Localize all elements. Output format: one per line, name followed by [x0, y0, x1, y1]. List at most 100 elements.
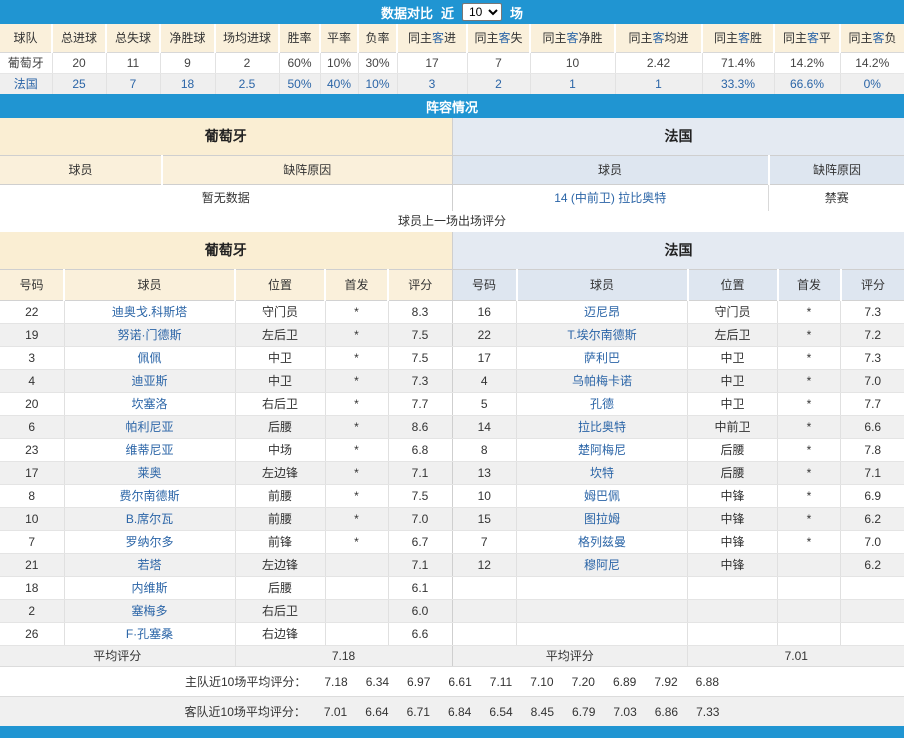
player-number-cell: 5	[453, 392, 517, 415]
player-name-cell[interactable]: 图拉姆	[517, 507, 688, 530]
stat-cell: 17	[397, 52, 467, 73]
stat-cell: 2	[467, 73, 530, 94]
player-name-cell[interactable]: 姆巴佩	[517, 484, 688, 507]
player-row: 5孔德中卫*7.7	[453, 392, 904, 415]
ratings-colheader-row: 号码球员位置首发评分	[0, 269, 452, 300]
ratings-average-row: 平均评分7.01	[453, 645, 904, 666]
player-col-header: 球员	[0, 155, 162, 184]
starter-cell: *	[778, 300, 841, 323]
player-row: 4迪亚斯中卫*7.3	[0, 369, 452, 392]
player-name-cell[interactable]: 维蒂尼亚	[64, 438, 235, 461]
score-cell: 6.1	[388, 576, 452, 599]
player-row: 6帕利尼亚后腰*8.6	[0, 415, 452, 438]
history-value: 6.84	[448, 705, 471, 719]
score-cell: 7.1	[388, 461, 452, 484]
starter-cell: *	[325, 323, 388, 346]
player-row: 15图拉姆中锋*6.2	[453, 507, 904, 530]
position-cell: 中场	[235, 438, 325, 461]
position-cell: 中锋	[688, 484, 778, 507]
team-name-cell[interactable]: 葡萄牙	[0, 52, 52, 73]
score-cell	[841, 576, 904, 599]
away-highlight-char: 客	[566, 31, 578, 45]
position-cell	[688, 576, 778, 599]
player-name-cell[interactable]: 莱奥	[64, 461, 235, 484]
home-history-row: 主队近10场平均评分：7.186.346.976.617.117.107.206…	[0, 666, 904, 696]
player-name-cell[interactable]: F·孔塞桑	[64, 622, 235, 645]
player-number-cell	[453, 599, 517, 622]
stat-cell: 60%	[279, 52, 320, 73]
player-row: 4乌帕梅卡诺中卫*7.0	[453, 369, 904, 392]
player-name-cell[interactable]: B.席尔瓦	[64, 507, 235, 530]
player-name-cell[interactable]: 穆阿尼	[517, 553, 688, 576]
player-name-cell[interactable]: 努诺·门德斯	[64, 323, 235, 346]
player-row: 20坎塞洛右后卫*7.7	[0, 392, 452, 415]
team-header: 葡萄牙	[0, 118, 452, 155]
player-name-cell[interactable]: 格列兹曼	[517, 530, 688, 553]
player-name-cell[interactable]: 迪亚斯	[64, 369, 235, 392]
compare-header-cell: 平率	[320, 24, 358, 52]
player-name-cell[interactable]: 楚阿梅尼	[517, 438, 688, 461]
match-count-select[interactable]: 10	[462, 3, 502, 21]
compare-header-cell: 总进球	[52, 24, 106, 52]
player-number-cell: 23	[0, 438, 64, 461]
starter-cell: *	[778, 530, 841, 553]
player-name-cell[interactable]: 迪奥戈.科斯塔	[64, 300, 235, 323]
player-name-cell[interactable]: 若塔	[64, 553, 235, 576]
position-cell: 右后卫	[235, 392, 325, 415]
stat-cell: 1	[530, 73, 615, 94]
stat-cell: 10	[530, 52, 615, 73]
starter-cell	[778, 599, 841, 622]
player-name-cell[interactable]: 塞梅多	[64, 599, 235, 622]
history-value: 6.64	[365, 705, 388, 719]
score-cell: 7.5	[388, 484, 452, 507]
player-name-cell[interactable]: 孔德	[517, 392, 688, 415]
player-name-cell[interactable]: 帕利尼亚	[64, 415, 235, 438]
stat-cell: 2.42	[615, 52, 702, 73]
compare-header-cell: 球队	[0, 24, 52, 52]
absent-player-cell[interactable]: 14 (中前卫) 拉比奥特	[453, 184, 769, 211]
player-row: 14拉比奥特中前卫*6.6	[453, 415, 904, 438]
player-name-cell	[517, 576, 688, 599]
player-name-cell[interactable]: 罗纳尔多	[64, 530, 235, 553]
score-cell	[841, 622, 904, 645]
compare-header-cell: 同主客失	[467, 24, 530, 52]
player-number-cell: 10	[0, 507, 64, 530]
team-name-cell[interactable]: 法国	[0, 73, 52, 94]
starter-cell: *	[778, 369, 841, 392]
lineup-subheader-row: 球员缺阵原因	[453, 155, 904, 184]
player-name-cell[interactable]: 萨利巴	[517, 346, 688, 369]
away-highlight-char: 客	[498, 31, 510, 45]
player-name-cell[interactable]: 迈尼昂	[517, 300, 688, 323]
ratings-table-away: 法国号码球员位置首发评分16迈尼昂守门员*7.322T.埃尔南德斯左后卫*7.2…	[453, 232, 904, 666]
ratings-col-header: 首发	[778, 269, 841, 300]
player-row: 12穆阿尼中锋6.2	[453, 553, 904, 576]
ratings-col-header: 评分	[388, 269, 452, 300]
player-name-cell[interactable]: 拉比奥特	[517, 415, 688, 438]
position-cell: 左边锋	[235, 461, 325, 484]
player-name-cell[interactable]: 坎特	[517, 461, 688, 484]
player-row: 22T.埃尔南德斯左后卫*7.2	[453, 323, 904, 346]
starter-cell: *	[325, 346, 388, 369]
player-name-cell[interactable]: 费尔南德斯	[64, 484, 235, 507]
player-name-cell[interactable]: 乌帕梅卡诺	[517, 369, 688, 392]
team-header: 法国	[453, 232, 904, 269]
compare-header-cell: 场均进球	[215, 24, 279, 52]
ratings-section: 葡萄牙号码球员位置首发评分22迪奥戈.科斯塔守门员*8.319努诺·门德斯左后卫…	[0, 232, 904, 666]
position-cell: 守门员	[688, 300, 778, 323]
player-name-cell[interactable]: 内维斯	[64, 576, 235, 599]
score-cell: 6.2	[841, 553, 904, 576]
lineup-panel-away: 法国球员缺阵原因14 (中前卫) 拉比奥特禁赛	[453, 118, 904, 211]
score-cell: 6.0	[388, 599, 452, 622]
player-row: 8费尔南德斯前腰*7.5	[0, 484, 452, 507]
starter-cell: *	[325, 300, 388, 323]
player-row: 26F·孔塞桑右边锋6.6	[0, 622, 452, 645]
starter-cell	[778, 553, 841, 576]
score-cell: 7.5	[388, 346, 452, 369]
player-name-cell[interactable]: 坎塞洛	[64, 392, 235, 415]
player-number-cell	[453, 622, 517, 645]
stat-cell: 1	[615, 73, 702, 94]
compare-header-row: 球队总进球总失球净胜球场均进球胜率平率负率同主客进同主客失同主客净胜同主客均进同…	[0, 24, 904, 52]
absence-reason-cell: 禁赛	[769, 184, 904, 211]
player-name-cell[interactable]: T.埃尔南德斯	[517, 323, 688, 346]
player-name-cell[interactable]: 佩佩	[64, 346, 235, 369]
